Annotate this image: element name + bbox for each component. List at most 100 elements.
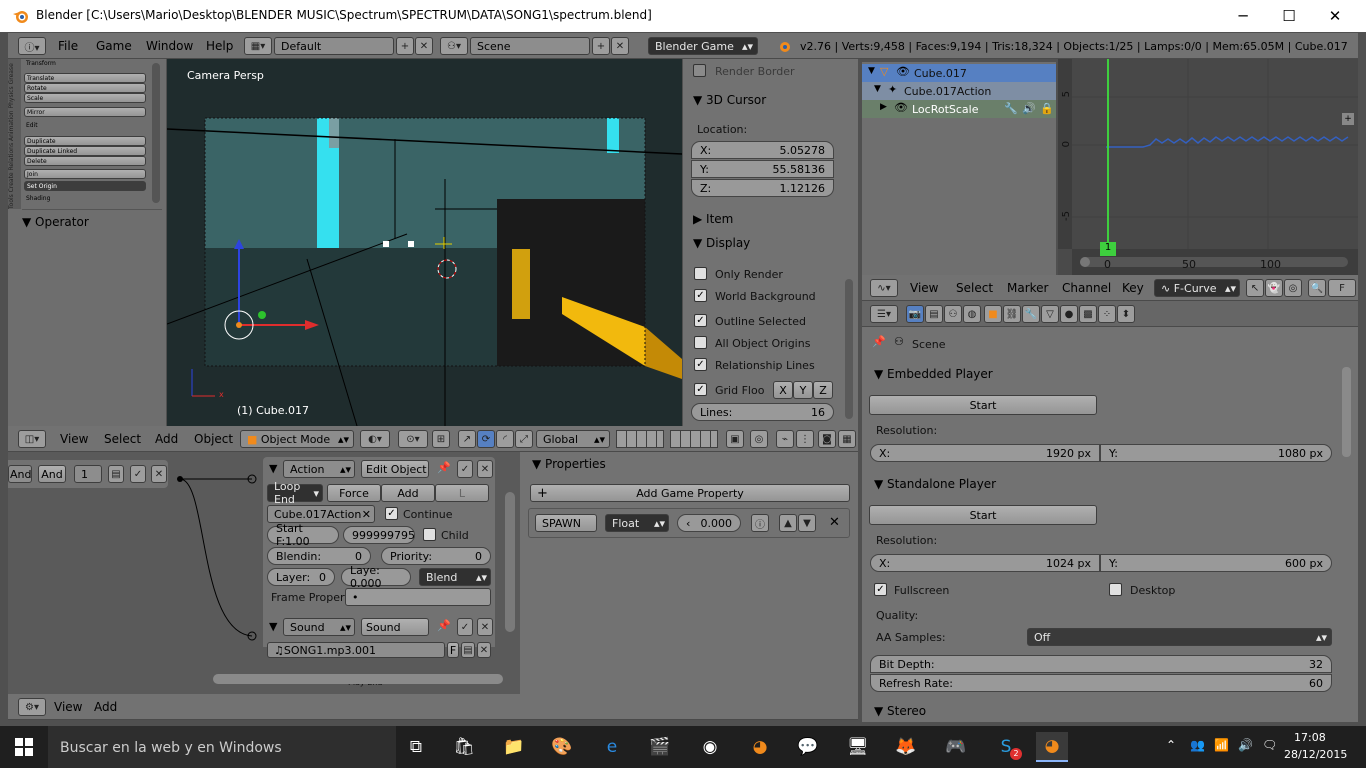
standalone-start-button[interactable]: Start (869, 505, 1097, 525)
graph-menu-select[interactable]: Select (956, 281, 993, 295)
screen-layout-icon[interactable]: ▦▾ (244, 37, 272, 55)
viewport-3d[interactable]: x Camera Persp (1) Cube.017 (167, 59, 682, 426)
game-app-icon[interactable]: 🎮 (940, 732, 972, 762)
clock-time[interactable]: 17:08 (1294, 731, 1326, 744)
mirror-button[interactable]: Mirror (24, 107, 146, 117)
layer-buttons-b[interactable] (670, 430, 718, 448)
add-screen-icon[interactable]: + (396, 37, 414, 55)
world-tab-icon[interactable]: ◍ (963, 305, 981, 323)
property-debug-icon[interactable]: ⓘ (751, 514, 769, 532)
screen-layout-field[interactable]: Default (274, 37, 394, 55)
blender-taskbar-icon[interactable]: ◕ (744, 732, 776, 762)
outliner-item-action[interactable]: Cube.017Action (904, 85, 991, 98)
properties-header[interactable]: ▼ Properties (532, 457, 606, 471)
render-preview-icon[interactable]: ◙ (818, 430, 836, 448)
start-frame-field[interactable]: Start F:1.00 (267, 522, 339, 548)
move-down-icon[interactable]: ▼ (798, 514, 816, 532)
grid-floor-checkbox[interactable]: ✓ (694, 383, 707, 396)
controller-priority-icon[interactable]: ▤ (108, 465, 124, 483)
refresh-rate-field[interactable]: Refresh Rate: 60 (870, 674, 1332, 692)
manipulator-icon[interactable]: ⊞ (432, 430, 450, 448)
scene-icon[interactable]: ⚇▾ (440, 37, 468, 55)
display-header[interactable]: ▼ Display (693, 236, 750, 250)
windows-start-icon[interactable] (8, 732, 40, 762)
viewport-menu-view[interactable]: View (60, 432, 88, 446)
lock-icon[interactable]: 🔒 (1040, 102, 1054, 115)
editor-type-3dview-icon[interactable]: ◫▾ (18, 430, 46, 448)
actuator1-remove-icon[interactable]: ✕ (477, 460, 493, 478)
render-engine-select[interactable]: Blender Game ▴▾ (648, 37, 758, 55)
transform-header[interactable]: Transform (26, 60, 56, 67)
aa-samples-select[interactable]: Off ▴▾ (1027, 628, 1332, 646)
end-frame-field[interactable]: 999999795 (343, 526, 415, 544)
yellow-app-icon[interactable]: 💬 (792, 732, 824, 762)
child-checkbox[interactable] (423, 528, 436, 541)
volume-icon[interactable]: 🔊 (1238, 738, 1253, 752)
editor-type-logic-icon[interactable]: ⚙▾ (18, 698, 46, 716)
property-name-field[interactable]: SPAWN (535, 514, 597, 532)
embedded-res-y-field[interactable]: Y: 1080 px (1100, 444, 1332, 462)
eye-icon[interactable]: 👁 (894, 101, 908, 114)
render-border-checkbox[interactable] (693, 64, 706, 77)
only-render-checkbox[interactable] (694, 267, 707, 280)
menu-help[interactable]: Help (206, 39, 233, 53)
bit-depth-field[interactable]: Bit Depth: 32 (870, 655, 1332, 673)
task-view-icon[interactable]: ⧉ (400, 732, 432, 762)
monitor-app-icon[interactable]: 🖥 (842, 732, 874, 762)
operator-header[interactable]: ▼ Operator (22, 215, 89, 229)
scale-button[interactable]: Scale (24, 93, 146, 103)
expand-icon[interactable]: ▼ (874, 84, 881, 94)
all-object-origins-checkbox[interactable] (694, 336, 707, 349)
layers-tab-icon[interactable]: ▤ (925, 305, 943, 323)
sound-fake-user-button[interactable]: F (447, 642, 459, 658)
blend-mode-select[interactable]: Blend ▴▾ (419, 568, 491, 586)
controller-state-field[interactable]: 1 (74, 465, 102, 483)
pivot-point-icon[interactable]: ⊙▾ (398, 430, 428, 448)
actuator2-name-field[interactable]: Sound (361, 618, 429, 636)
delete-button[interactable]: Delete (24, 156, 146, 166)
cursor-z-field[interactable]: Z: 1.12126 (691, 179, 834, 197)
actuator2-remove-icon[interactable]: ✕ (477, 618, 493, 636)
scene-field[interactable]: Scene (470, 37, 590, 55)
remove-scene-icon[interactable]: ✕ (611, 37, 629, 55)
graph-editor[interactable]: 5 0 -5 1 0 50 100 + (1058, 59, 1358, 280)
disclosure-down-icon[interactable]: ▼ (269, 462, 277, 475)
outliner-item-cube[interactable]: Cube.017 (914, 67, 967, 80)
media-app-icon[interactable]: 🎬 (644, 732, 676, 762)
graph-menu-key[interactable]: Key (1122, 281, 1144, 295)
action-field[interactable]: Cube.017Action ✕ (267, 505, 375, 523)
eye-icon[interactable]: 👁 (896, 65, 910, 78)
controller-remove-icon[interactable]: ✕ (151, 465, 167, 483)
lock-layers-icon[interactable]: ▣ (726, 430, 744, 448)
desktop-checkbox[interactable] (1109, 583, 1122, 596)
property-value-field[interactable]: ‹ 0.000 (677, 514, 741, 532)
stereo-header[interactable]: ▼ Stereo (874, 704, 926, 718)
data-tab-icon[interactable]: ▽ (1041, 305, 1059, 323)
viewport-menu-add[interactable]: Add (155, 432, 178, 446)
shading-header[interactable]: Shading (26, 195, 50, 202)
join-button[interactable]: Join (24, 169, 146, 179)
layer-weight-field[interactable]: Laye: 0.000 (341, 564, 411, 590)
scale-tool-icon[interactable]: ⤢ (515, 430, 533, 448)
item-header[interactable]: ▶ Item (693, 212, 733, 226)
decrement-icon[interactable]: ‹ (686, 517, 690, 530)
embedded-res-x-field[interactable]: X: 1920 px (870, 444, 1100, 462)
layer-buttons-a[interactable] (616, 430, 664, 448)
embedded-player-header[interactable]: ▼ Embedded Player (874, 367, 993, 381)
material-tab-icon[interactable]: ● (1060, 305, 1078, 323)
blender-active-taskbar-icon[interactable]: ◕ (1036, 732, 1068, 762)
cursor-x-field[interactable]: X: 5.05278 (691, 141, 834, 159)
sound-file-field[interactable]: ♫ SONG1.mp3.001 (267, 642, 445, 658)
expand-right-icon[interactable]: ▶ (880, 102, 887, 112)
standalone-res-x-field[interactable]: X: 1024 px (870, 554, 1100, 572)
scale-manipulator-icon[interactable]: ◜ (496, 430, 514, 448)
clock-date[interactable]: 28/12/2015 (1284, 748, 1347, 761)
current-frame-badge[interactable]: 1 (1100, 242, 1116, 256)
ghost-icon[interactable]: 👻 (1265, 279, 1283, 297)
add-button[interactable]: Add (381, 484, 435, 502)
cursor-y-field[interactable]: Y: 55.58136 (691, 160, 834, 178)
grid-axis-y-button[interactable]: Y (793, 381, 813, 399)
modifiers-tab-icon[interactable]: 🔧 (1022, 305, 1040, 323)
graph-add-icon[interactable]: + (1342, 113, 1354, 125)
local-button[interactable]: L (435, 484, 489, 502)
